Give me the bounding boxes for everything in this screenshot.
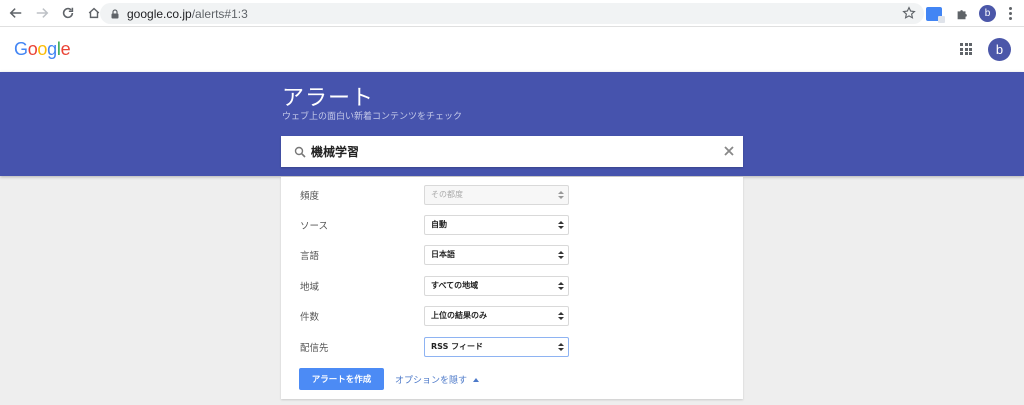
google-logo-letter: e: [60, 39, 71, 59]
create-alert-button[interactable]: アラートを作成: [299, 368, 384, 390]
select-arrows-icon: [558, 343, 564, 351]
option-label-deliver-to: 配信先: [300, 343, 329, 354]
hide-options-label: オプションを隠す: [395, 376, 468, 386]
browser-toolbar: google.co.jp/alerts#1:3 b: [0, 0, 1024, 27]
option-row-frequency: 頻度 その都度: [281, 185, 743, 205]
option-label-count: 件数: [300, 312, 320, 323]
google-logo-letter: o: [27, 39, 38, 59]
option-value-count: 上位の結果のみ: [431, 311, 487, 320]
alert-query-input[interactable]: 機械学習: [281, 136, 743, 167]
search-query-text: 機械学習: [311, 145, 360, 159]
page-title: アラート: [282, 86, 375, 111]
option-select-language[interactable]: 日本語: [424, 245, 569, 265]
search-icon: [294, 146, 306, 158]
caret-up-icon: [473, 378, 480, 382]
option-select-count[interactable]: 上位の結果のみ: [424, 306, 569, 326]
hide-options-link[interactable]: オプションを隠す: [395, 373, 480, 386]
select-arrows-icon: [558, 312, 564, 320]
select-arrows-icon: [558, 221, 564, 229]
forward-button[interactable]: [32, 3, 52, 23]
option-label-frequency: 頻度: [300, 191, 320, 202]
lock-icon: [111, 8, 119, 18]
select-arrows-icon: [558, 282, 564, 290]
select-arrows-icon: [558, 251, 564, 259]
option-row-count: 件数 上位の結果のみ: [281, 306, 743, 326]
arrow-right-icon: [36, 8, 49, 18]
option-row-region: 地域 すべての地域: [281, 276, 743, 296]
option-value-deliver-to: RSS フィード: [431, 342, 483, 351]
option-label-language: 言語: [300, 251, 320, 262]
back-button[interactable]: [6, 3, 26, 23]
account-avatar[interactable]: b: [988, 38, 1011, 61]
google-logo[interactable]: Google: [14, 39, 71, 60]
browser-menu-icon[interactable]: [1004, 6, 1016, 22]
bookmark-star-icon[interactable]: [902, 6, 916, 20]
select-arrows-icon: [558, 191, 564, 199]
option-label-source: ソース: [300, 221, 329, 232]
option-row-deliver-to: 配信先 RSS フィード: [281, 337, 743, 357]
google-logo-letter: o: [37, 39, 48, 59]
option-value-language: 日本語: [431, 250, 455, 259]
option-label-region: 地域: [300, 282, 320, 293]
translate-extension-icon[interactable]: [926, 6, 945, 23]
option-value-region: すべての地域: [431, 281, 479, 290]
alert-options-panel: 頻度 その都度ソース 自動言語 日本語地域 すべての地域件数 上位の結果のみ配信先 RSS …: [281, 177, 743, 399]
option-value-source: 自動: [431, 220, 447, 229]
option-select-deliver-to[interactable]: RSS フィード: [424, 337, 569, 357]
browser-profile-button[interactable]: b: [979, 5, 996, 22]
reload-icon: [62, 7, 74, 19]
google-logo-letter: G: [14, 39, 28, 59]
option-select-region[interactable]: すべての地域: [424, 276, 569, 296]
option-select-frequency: その都度: [424, 185, 569, 205]
reload-button[interactable]: [58, 3, 78, 23]
google-logo-letter: g: [47, 39, 57, 59]
option-row-source: ソース 自動: [281, 215, 743, 235]
apps-grid-icon[interactable]: [960, 43, 972, 55]
url-path: /alerts#1:3: [191, 6, 248, 21]
option-row-language: 言語 日本語: [281, 245, 743, 265]
option-select-source[interactable]: 自動: [424, 215, 569, 235]
url-host: google.co.jp: [127, 6, 192, 21]
home-icon: [88, 7, 100, 19]
close-icon[interactable]: [723, 145, 735, 157]
page-subtitle: ウェブ上の面白い新着コンテンツをチェック: [282, 112, 463, 122]
extensions-puzzle-icon[interactable]: [954, 6, 970, 22]
address-bar[interactable]: google.co.jp/alerts#1:3: [100, 3, 924, 24]
arrow-left-icon: [9, 8, 22, 18]
option-value-frequency: その都度: [431, 190, 463, 199]
google-header: Google b: [0, 27, 1024, 72]
